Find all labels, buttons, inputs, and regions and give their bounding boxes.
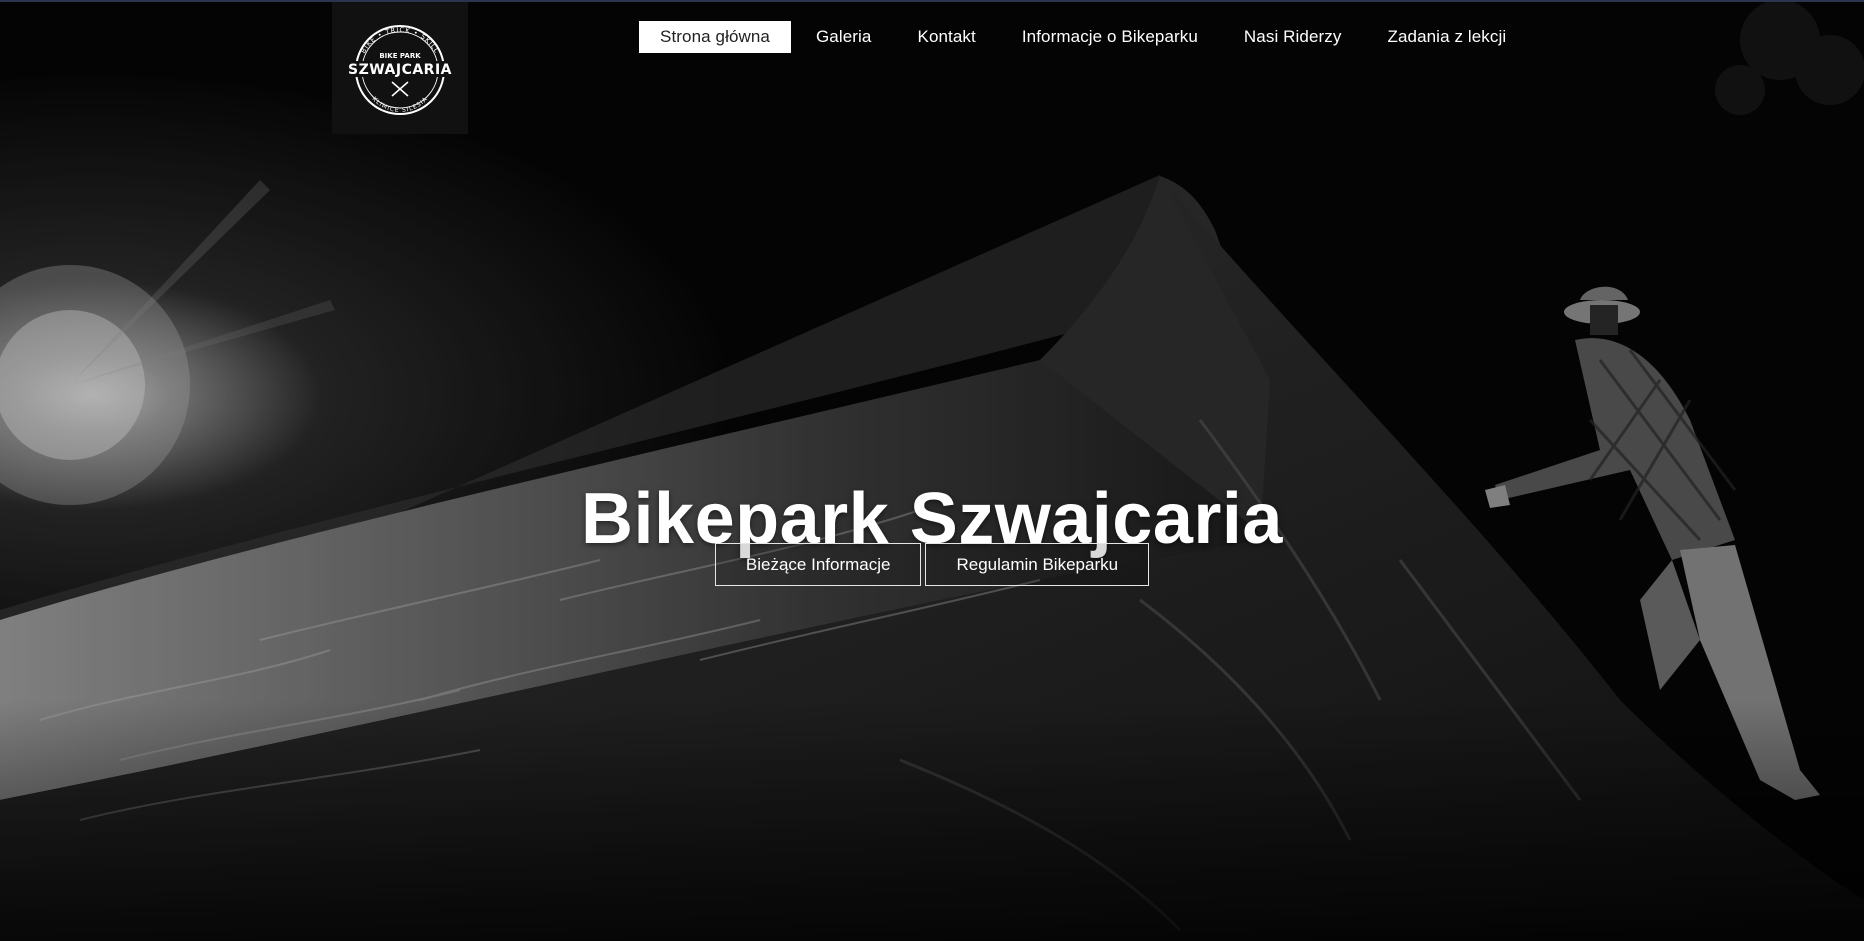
- nav-item-bikepark-info[interactable]: Informacje o Bikeparku: [999, 21, 1221, 53]
- top-border: [0, 0, 1864, 2]
- logo-name: SZWAJCARIA: [348, 62, 452, 78]
- site-logo[interactable]: BIKE • TRICK • SKILL BIKE PARK SZWAJCARI…: [332, 2, 468, 134]
- nav-item-contact[interactable]: Kontakt: [895, 21, 999, 53]
- nav-item-lesson-tasks[interactable]: Zadania z lekcji: [1364, 21, 1529, 53]
- svg-text:BIKE • TRICK • SKILL: BIKE • TRICK • SKILL: [359, 26, 441, 55]
- nav-item-riders[interactable]: Nasi Riderzy: [1221, 21, 1365, 53]
- logo-badge-icon: BIKE • TRICK • SKILL BIKE PARK SZWAJCARI…: [344, 25, 456, 115]
- svg-text:KLIMICE SILESIA: KLIMICE SILESIA: [371, 96, 430, 115]
- hero-background-image: [0, 0, 1864, 941]
- rules-button[interactable]: Regulamin Bikeparku: [925, 543, 1150, 586]
- hero-buttons: Bieżące Informacje Regulamin Bikeparku: [0, 543, 1864, 586]
- logo-small-label: BIKE PARK: [379, 52, 421, 60]
- current-info-button[interactable]: Bieżące Informacje: [714, 543, 922, 586]
- nav-item-gallery[interactable]: Galeria: [793, 21, 895, 53]
- nav-item-home[interactable]: Strona główna: [639, 21, 791, 53]
- main-navigation: Strona główna Galeria Kontakt Informacje…: [639, 21, 1529, 53]
- logo-top-arc-text: BIKE • TRICK • SKILL: [359, 26, 440, 55]
- logo-bottom-arc-text: KLIMICE SILESIA: [371, 96, 429, 115]
- hero-section: BIKE • TRICK • SKILL BIKE PARK SZWAJCARI…: [0, 0, 1864, 941]
